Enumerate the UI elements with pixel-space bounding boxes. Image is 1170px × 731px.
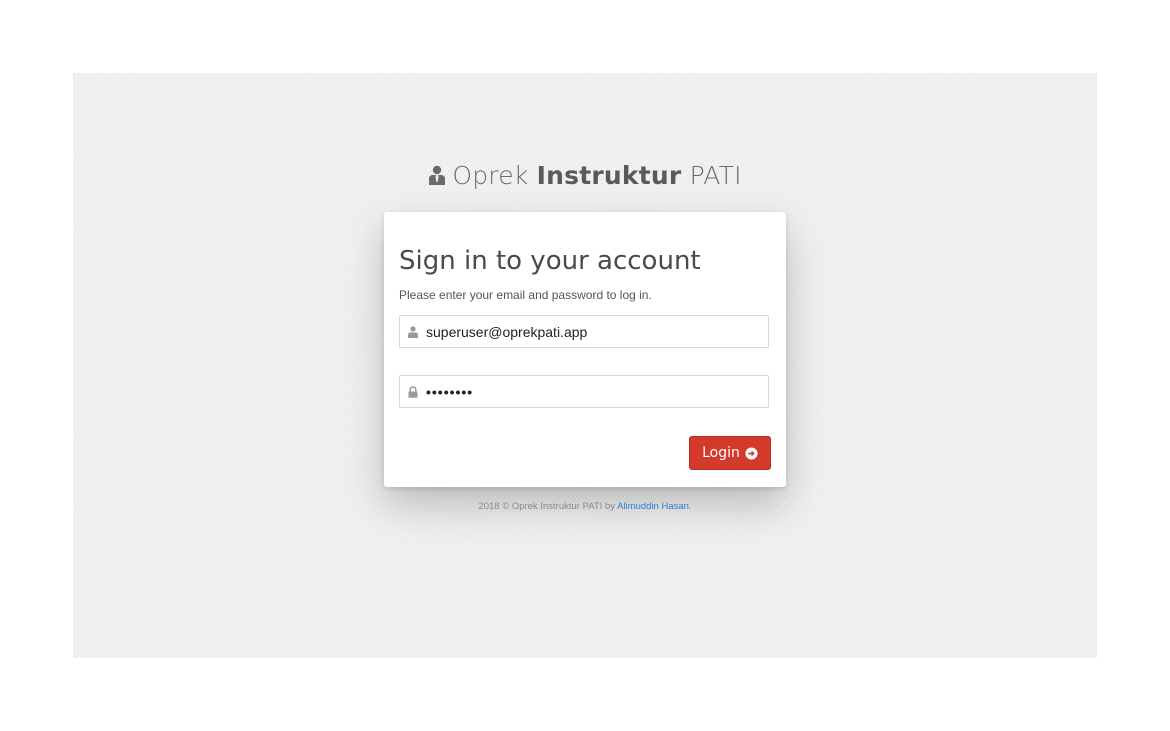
password-field[interactable] <box>399 375 769 408</box>
user-icon <box>408 326 418 338</box>
login-button-label: Login <box>702 445 740 461</box>
login-card: Sign in to your account Please enter you… <box>384 212 786 487</box>
footer: 2018 © Oprek Instruktur PATI by Alimuddi… <box>73 501 1097 512</box>
brand-bold: Instruktur <box>536 161 682 190</box>
arrow-circle-right-icon <box>745 446 758 460</box>
card-subtitle: Please enter your email and password to … <box>399 288 652 302</box>
author-link[interactable]: Alimuddin Hasan <box>617 501 689 512</box>
brand-logo: Oprek Instruktur PATI <box>73 161 1097 190</box>
card-title: Sign in to your account <box>399 246 701 276</box>
footer-text: 2018 © Oprek Instruktur PATI by <box>478 501 618 512</box>
lock-icon <box>408 386 418 398</box>
brand-prefix: Oprek <box>452 161 529 190</box>
footer-end: . <box>688 501 692 512</box>
user-tie-icon <box>429 165 446 185</box>
login-page: Oprek Instruktur PATI Sign in to your ac… <box>73 73 1097 658</box>
login-button[interactable]: Login <box>689 436 771 470</box>
email-field[interactable] <box>399 315 769 348</box>
email-input[interactable] <box>426 316 761 347</box>
password-input[interactable] <box>426 376 761 407</box>
brand-suffix: PATI <box>689 161 742 190</box>
